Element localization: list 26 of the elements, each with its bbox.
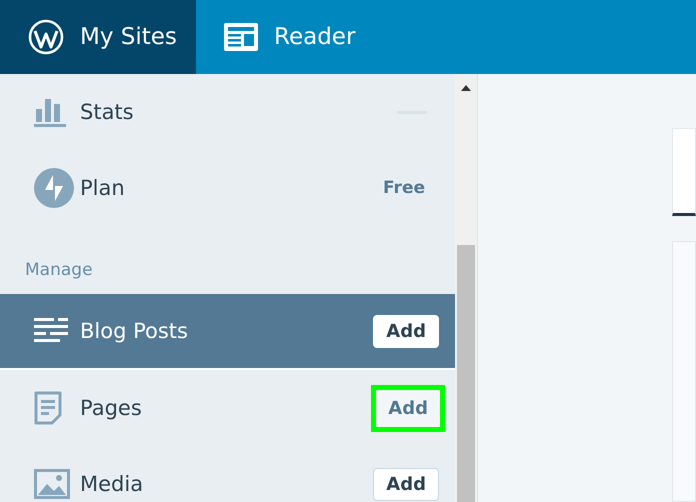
lines-icon xyxy=(34,318,68,344)
scroll-up-icon[interactable] xyxy=(461,85,471,91)
section-heading: Manage xyxy=(25,260,93,280)
scrollbar[interactable] xyxy=(455,74,478,502)
menu-item[interactable]: Media Add xyxy=(0,446,455,502)
scroll-thumb[interactable] xyxy=(457,245,475,502)
reader-icon xyxy=(224,23,258,51)
plan-label: Free xyxy=(383,178,425,198)
add-button[interactable]: Add xyxy=(373,468,439,500)
menu-item[interactable]: Plan Free xyxy=(0,150,455,226)
menu-label: Media xyxy=(80,472,144,496)
nav-tab[interactable]: My Sites xyxy=(0,0,196,74)
menu-label: Stats xyxy=(80,100,135,124)
bolt-icon xyxy=(34,168,74,208)
add-button[interactable]: Add xyxy=(371,384,445,432)
menu-item[interactable]: Pages Add xyxy=(0,370,455,446)
menu-label: Pages xyxy=(80,396,143,420)
image-icon xyxy=(34,469,70,499)
add-button[interactable]: Add xyxy=(373,314,439,348)
menu-label: Plan xyxy=(80,176,126,200)
menu-item[interactable]: Blog Posts Add xyxy=(0,294,455,370)
page-icon xyxy=(34,391,62,425)
wordpress-icon xyxy=(28,19,64,55)
menu-label: Blog Posts xyxy=(80,319,189,343)
bar-chart-icon xyxy=(34,97,66,127)
menu-item[interactable]: Stats xyxy=(0,74,455,150)
